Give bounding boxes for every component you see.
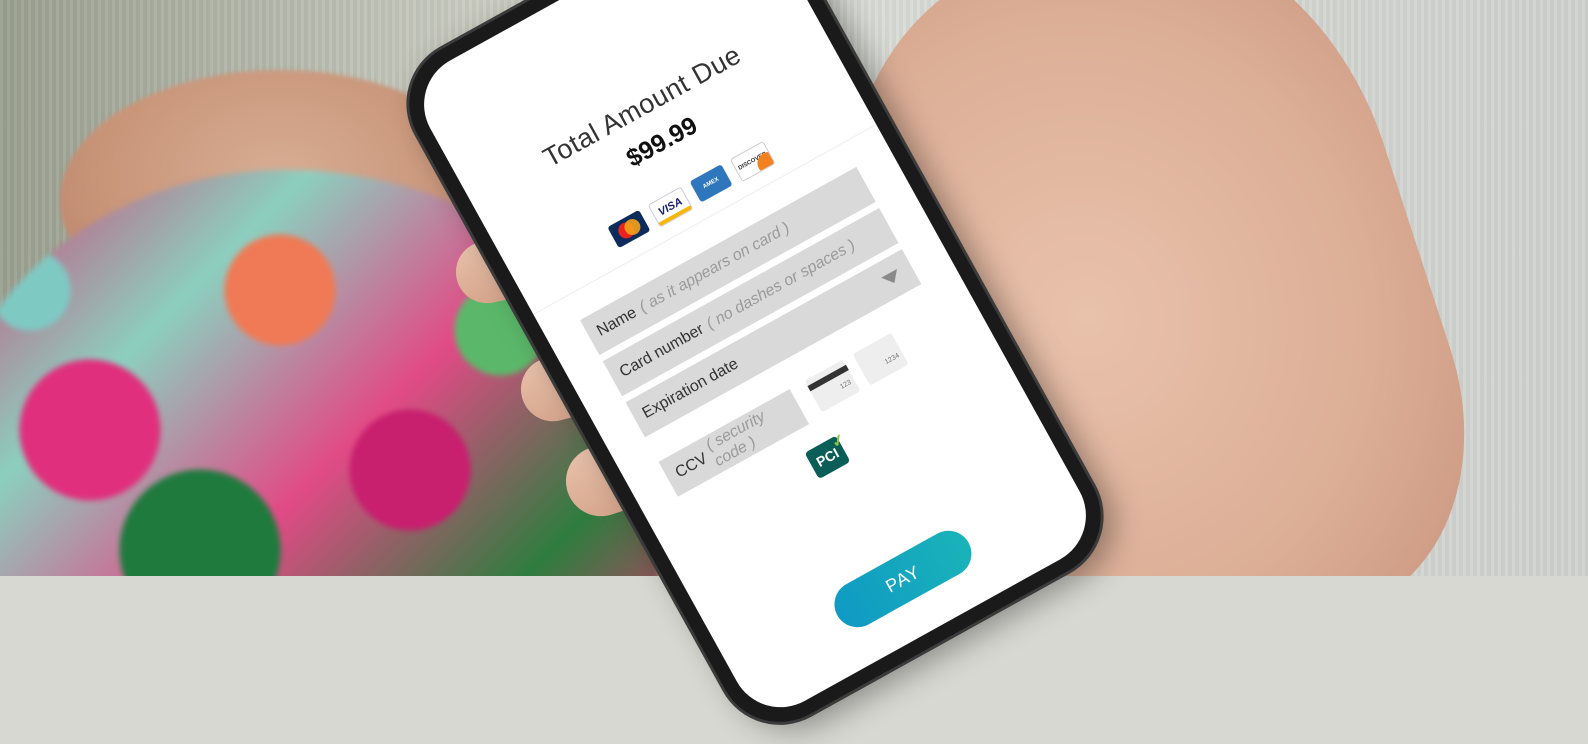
name-field-label: Name <box>594 304 640 340</box>
chevron-down-icon <box>881 269 903 288</box>
card-back-cvv-icon: 123 <box>804 359 861 413</box>
amex-icon: AMEX <box>689 164 733 203</box>
pci-compliance-icon: PCI <box>804 435 851 480</box>
pay-button[interactable]: PAY <box>826 522 980 636</box>
ccv-hint: ( security code ) <box>703 407 769 471</box>
ccv-label: CCV <box>672 450 711 482</box>
card-front-cvv-icon: 1234 <box>852 332 909 386</box>
discover-icon: DISCOVER <box>729 140 776 183</box>
mastercard-icon <box>607 209 651 249</box>
visa-icon: VISA <box>647 186 694 228</box>
